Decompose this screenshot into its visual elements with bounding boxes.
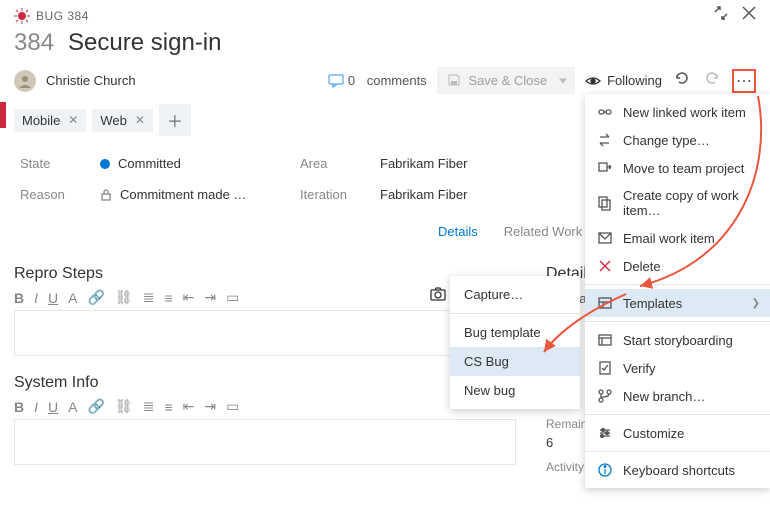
info-icon — [597, 462, 613, 478]
menu-item-new-branch[interactable]: New branch… — [585, 382, 770, 410]
del-icon — [597, 258, 613, 274]
italic-icon[interactable]: I — [34, 290, 38, 306]
tag-remove-icon[interactable]: ✕ — [135, 113, 145, 127]
templates-submenu: Capture… Bug templateCS BugNew bug — [450, 276, 580, 409]
work-item-type-id: BUG 384 — [36, 9, 708, 23]
menu-item-new-linked[interactable]: New linked work item — [585, 98, 770, 126]
story-icon — [597, 332, 613, 348]
separator — [450, 313, 580, 314]
bold-icon[interactable]: B — [14, 399, 24, 415]
image-icon[interactable]: ▭ — [226, 289, 239, 306]
fullscreen-icon[interactable] — [714, 6, 728, 25]
repro-steps-editor[interactable] — [14, 310, 516, 356]
separator — [585, 414, 770, 415]
menu-item-change-type[interactable]: Change type… — [585, 126, 770, 154]
reason-label: Reason — [20, 187, 80, 202]
underline-icon[interactable]: U — [48, 290, 58, 306]
save-close-button[interactable]: Save & Close — [437, 67, 575, 94]
outdent-icon[interactable]: ⇤ — [183, 398, 195, 415]
move-icon — [597, 160, 613, 176]
separator — [585, 451, 770, 452]
tag-web[interactable]: Web✕ — [92, 109, 153, 132]
menu-item-storyboard[interactable]: Start storyboarding — [585, 326, 770, 354]
indent-icon[interactable]: ⇥ — [204, 398, 216, 415]
bullet-list-icon[interactable]: ≣ — [143, 398, 155, 415]
state-label: State — [20, 156, 80, 171]
menu-item-customize[interactable]: Customize — [585, 419, 770, 447]
image-icon[interactable]: ▭ — [226, 398, 239, 415]
unlink-icon[interactable]: ⛓ — [115, 398, 133, 415]
submenu-item-new-bug[interactable]: New bug — [450, 376, 580, 405]
submenu-item-cs-bug[interactable]: CS Bug — [450, 347, 580, 376]
avatar[interactable] — [14, 70, 36, 92]
link-icon[interactable]: 🔗 — [87, 398, 104, 415]
outdent-icon[interactable]: ⇤ — [183, 289, 195, 306]
link-icon[interactable]: 🔗 — [87, 289, 104, 306]
state-value[interactable]: Committed — [100, 156, 280, 171]
separator — [585, 321, 770, 322]
accent-bar — [0, 102, 6, 128]
copy-icon — [597, 195, 613, 211]
system-info-editor[interactable] — [14, 419, 516, 465]
italic-icon[interactable]: I — [34, 399, 38, 415]
reason-value[interactable]: Commitment made … — [100, 187, 280, 202]
link-icon — [597, 104, 613, 120]
work-item-id: 384 — [14, 29, 54, 57]
comments-count[interactable]: 0 comments — [328, 73, 427, 88]
unlink-icon[interactable]: ⛓ — [115, 289, 133, 306]
mail-icon — [597, 230, 613, 246]
menu-item-shortcuts[interactable]: Keyboard shortcuts — [585, 456, 770, 484]
iteration-label: Iteration — [300, 187, 360, 202]
number-list-icon[interactable]: ≡ — [164, 290, 172, 306]
area-label: Area — [300, 156, 360, 171]
number-list-icon[interactable]: ≡ — [164, 399, 172, 415]
bold-icon[interactable]: B — [14, 290, 24, 306]
tag-mobile[interactable]: Mobile✕ — [14, 109, 86, 132]
verify-icon — [597, 360, 613, 376]
assignee-name[interactable]: Christie Church — [46, 73, 318, 88]
camera-icon — [430, 286, 446, 305]
context-menu: New linked work itemChange type…Move to … — [585, 94, 770, 488]
branch-icon — [597, 388, 613, 404]
indent-icon[interactable]: ⇥ — [204, 289, 216, 306]
state-dot-icon — [100, 159, 110, 169]
tab-details[interactable]: Details — [436, 216, 480, 247]
menu-item-create-copy[interactable]: Create copy of work item… — [585, 182, 770, 224]
iteration-value[interactable]: Fabrikam Fiber — [380, 187, 530, 202]
font-icon[interactable]: A — [68, 399, 77, 415]
system-info-title: System Info — [14, 374, 516, 392]
following-toggle[interactable]: Following — [585, 73, 662, 88]
menu-item-verify[interactable]: Verify — [585, 354, 770, 382]
menu-item-templates[interactable]: Templates❯ — [585, 289, 770, 317]
menu-item-move-team[interactable]: Move to team project — [585, 154, 770, 182]
submenu-item-bug-template[interactable]: Bug template — [450, 318, 580, 347]
submenu-item-capture-tmpl[interactable]: Capture… — [450, 280, 580, 309]
work-item-title[interactable]: Secure sign-in — [68, 29, 221, 57]
font-icon[interactable]: A — [68, 290, 77, 306]
chevron-right-icon: ❯ — [752, 298, 760, 309]
swap-icon — [597, 132, 613, 148]
menu-item-email[interactable]: Email work item — [585, 224, 770, 252]
area-value[interactable]: Fabrikam Fiber — [380, 156, 530, 171]
repro-steps-title: Repro Steps — [14, 265, 516, 283]
undo-icon[interactable] — [702, 70, 722, 91]
cust-icon — [597, 425, 613, 441]
refresh-icon[interactable] — [672, 70, 692, 91]
editor-toolbar[interactable]: B I U A 🔗 ⛓ ≣ ≡ ⇤ ⇥ ▭ — [14, 398, 516, 415]
more-actions-button[interactable]: ⋯ — [732, 69, 756, 93]
tmpl-icon — [597, 295, 613, 311]
add-tag-button[interactable]: ＋ — [159, 104, 191, 136]
tag-remove-icon[interactable]: ✕ — [68, 113, 78, 127]
lock-icon — [100, 189, 112, 201]
bullet-list-icon[interactable]: ≣ — [143, 289, 155, 306]
bug-icon — [14, 8, 30, 24]
close-icon[interactable] — [742, 6, 756, 25]
separator — [585, 284, 770, 285]
underline-icon[interactable]: U — [48, 399, 58, 415]
menu-item-delete[interactable]: Delete — [585, 252, 770, 280]
